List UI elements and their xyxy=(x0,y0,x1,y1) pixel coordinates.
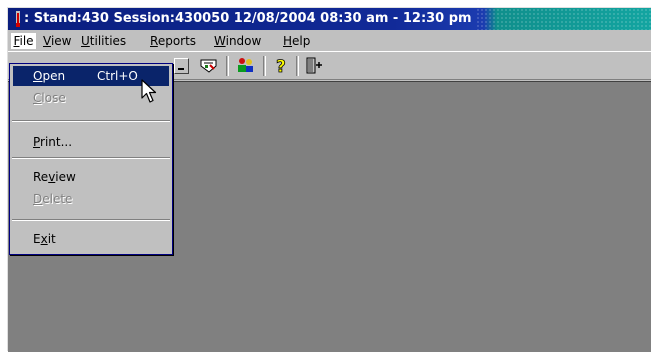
menu-bar: File View Utilities Reports Window Help xyxy=(8,30,651,51)
menu-mnemonic: U xyxy=(81,34,90,48)
menu-label-post: eports xyxy=(157,34,197,48)
minimize-icon[interactable] xyxy=(174,58,189,74)
menu-mnemonic: W xyxy=(214,34,226,48)
menu-item-delete: Delete xyxy=(13,189,169,209)
item-label-post: lose xyxy=(41,91,66,105)
toolbar-separator xyxy=(296,56,299,76)
item-label-pre: E xyxy=(33,232,41,246)
report-edit-icon xyxy=(200,59,217,73)
menu-item-print[interactable]: Print... xyxy=(13,132,169,152)
toolbar-separator xyxy=(263,56,266,76)
report-edit-button[interactable] xyxy=(198,56,220,76)
menu-label-post: iew xyxy=(50,34,72,48)
item-mnemonic: P xyxy=(33,135,41,149)
menu-mnemonic: V xyxy=(43,34,51,48)
item-label-post: pen xyxy=(42,69,66,83)
menu-label-post: ile xyxy=(19,34,34,48)
menu-view[interactable]: View xyxy=(43,33,71,49)
item-mnemonic: D xyxy=(33,192,43,206)
menu-label-post: tilities xyxy=(89,34,127,48)
menu-item-exit[interactable]: Exit xyxy=(13,229,169,249)
menu-window[interactable]: Window xyxy=(214,33,261,49)
thermometer-icon xyxy=(16,11,20,27)
item-label-pre: Re xyxy=(33,170,49,184)
menu-item-review[interactable]: Review xyxy=(13,167,169,187)
menu-mnemonic: R xyxy=(150,34,158,48)
menu-utilities[interactable]: Utilities xyxy=(81,33,126,49)
shortcut-label: Ctrl+O xyxy=(97,69,138,83)
exit-door-icon xyxy=(306,57,322,74)
item-label-post: it xyxy=(47,232,56,246)
window-title: : Stand:430 Session:430050 12/08/2004 08… xyxy=(24,11,472,26)
mouse-pointer-icon xyxy=(141,79,157,103)
svg-text:?: ? xyxy=(276,57,286,76)
menu-separator xyxy=(12,120,170,122)
toolbar-separator xyxy=(226,56,229,76)
item-label-post: rint... xyxy=(40,135,73,149)
menu-separator xyxy=(12,219,170,221)
item-label-post: elete xyxy=(42,192,73,206)
menu-separator xyxy=(12,157,170,159)
item-mnemonic: x xyxy=(40,232,48,246)
item-label-post: iew xyxy=(55,170,76,184)
title-bar[interactable]: : Stand:430 Session:430050 12/08/2004 08… xyxy=(8,8,651,30)
menu-label-post: elp xyxy=(292,34,311,48)
people-button[interactable] xyxy=(234,56,256,76)
help-question-icon: ? xyxy=(276,57,287,78)
menu-reports[interactable]: Reports xyxy=(150,33,196,49)
menu-mnemonic: H xyxy=(283,34,293,48)
exit-button[interactable] xyxy=(303,56,325,76)
menu-help[interactable]: Help xyxy=(283,33,310,49)
menu-label-post: indow xyxy=(225,34,262,48)
menu-file[interactable]: File xyxy=(11,33,36,49)
help-button[interactable]: ? xyxy=(271,56,293,78)
people-icon xyxy=(238,58,253,72)
